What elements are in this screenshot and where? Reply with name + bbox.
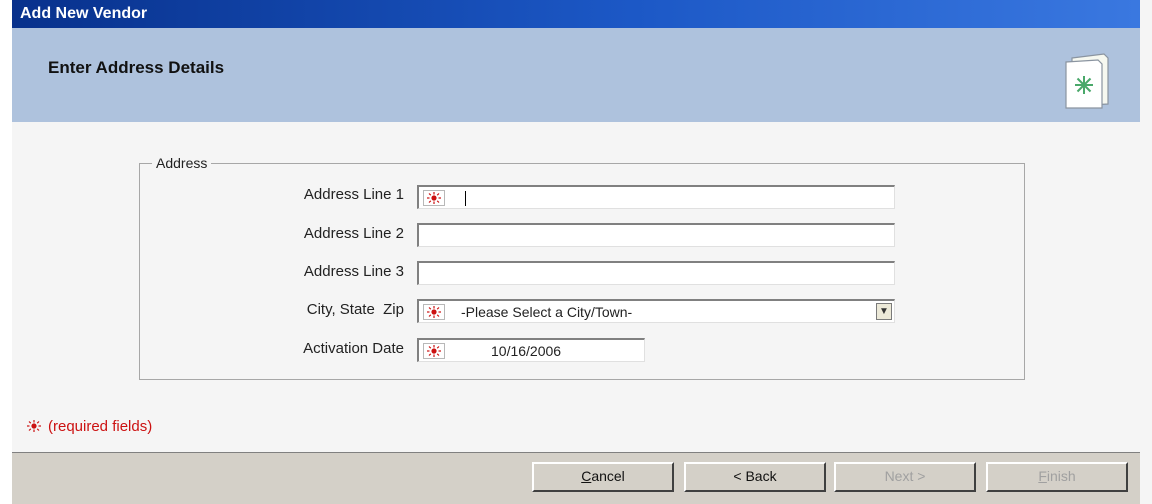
activation-date-label: Activation Date: [303, 340, 404, 357]
required-note-text: (required fields): [48, 418, 153, 435]
cancel-mnemonic: C: [581, 468, 592, 484]
required-marker-icon: [423, 304, 445, 320]
wizard-window: Add New Vendor Enter Address Details Add…: [0, 0, 1152, 504]
wizard-content: Address Address Line 1 Address Line 2 Ad…: [12, 122, 1140, 452]
wizard-page-icon: [1065, 53, 1109, 109]
city-state-zip-label: City, State Zip: [306, 301, 404, 318]
title-bar[interactable]: Add New Vendor: [12, 0, 1140, 28]
wizard-header: Enter Address Details: [12, 28, 1140, 123]
activation-date-value: 10/16/2006: [491, 343, 562, 359]
cancel-label-rest: ancel: [591, 468, 625, 484]
address-line-2-input[interactable]: [417, 223, 895, 247]
cancel-button[interactable]: Cancel: [532, 462, 674, 492]
finish-mnemonic: F: [1038, 468, 1047, 484]
next-button[interactable]: Next >: [834, 462, 976, 492]
required-marker-icon: [423, 190, 445, 206]
finish-button[interactable]: Finish: [986, 462, 1128, 492]
button-bar: Cancel < Back Next > Finish: [12, 452, 1140, 504]
page-title: Enter Address Details: [48, 58, 225, 77]
window-left-edge: [0, 0, 12, 504]
required-fields-note: (required fields): [24, 418, 152, 435]
required-marker-icon: [24, 418, 44, 434]
address-line-3-label: Address Line 3: [303, 263, 404, 280]
city-state-zip-select[interactable]: -Please Select a City/Town- ▼: [417, 299, 895, 323]
address-line-1-input[interactable]: [417, 185, 895, 209]
dropdown-arrow-button[interactable]: ▼: [876, 303, 892, 320]
back-button[interactable]: < Back: [684, 462, 826, 492]
required-marker-icon: [423, 343, 445, 359]
city-select-value: -Please Select a City/Town-: [461, 304, 633, 320]
finish-label-rest: inish: [1046, 468, 1076, 484]
address-line-1-label: Address Line 1: [303, 186, 404, 203]
text-caret: [465, 191, 466, 206]
address-group-legend: Address: [156, 155, 208, 171]
chevron-down-icon: ▼: [879, 306, 889, 317]
address-line-2-label: Address Line 2: [303, 225, 404, 242]
next-button-label: Next >: [884, 468, 926, 484]
address-line-3-input[interactable]: [417, 261, 895, 285]
window-title: Add New Vendor: [20, 5, 148, 22]
back-button-label: < Back: [733, 468, 777, 484]
activation-date-input[interactable]: 10/16/2006: [417, 338, 645, 362]
